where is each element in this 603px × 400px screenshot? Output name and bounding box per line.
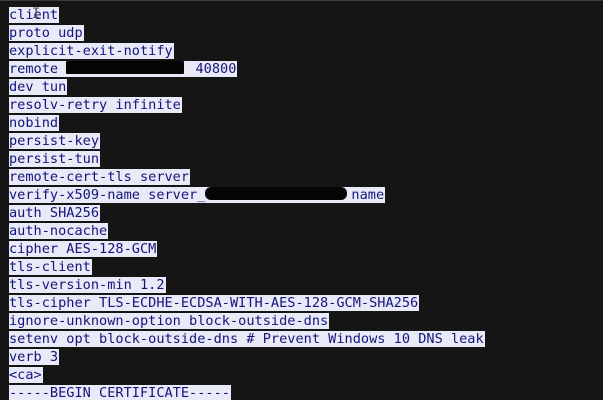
config-line-remote[interactable]: remote 40800 <box>9 60 485 78</box>
config-line-nobind[interactable]: nobind <box>9 114 485 132</box>
config-line-dev[interactable]: dev tun <box>9 78 485 96</box>
config-line-tls-version-min[interactable]: tls-version-min 1.2 <box>9 276 485 294</box>
redacted-server-name-block <box>205 187 348 200</box>
config-line-proto[interactable]: proto udp <box>9 24 485 42</box>
text-cursor-ibeam-icon: I <box>32 7 40 22</box>
config-line-client[interactable]: client <box>9 6 485 24</box>
config-line-verify-x509-name[interactable]: verify-x509-name server_ name <box>9 186 485 204</box>
config-lines: client proto udp explicit-exit-notify re… <box>9 6 485 400</box>
config-line-begin-certificate[interactable]: -----BEGIN CERTIFICATE----- <box>9 384 485 400</box>
redacted-address-block <box>66 61 185 74</box>
config-line-setenv[interactable]: setenv opt block-outside-dns # Prevent W… <box>9 330 485 348</box>
config-line-ignore-unknown-option[interactable]: ignore-unknown-option block-outside-dns <box>9 312 485 330</box>
config-line-cipher[interactable]: cipher AES-128-GCM <box>9 240 485 258</box>
text-editor[interactable]: client proto udp explicit-exit-notify re… <box>0 0 603 400</box>
config-line-tls-cipher[interactable]: tls-cipher TLS-ECDHE-ECDSA-WITH-AES-128-… <box>9 294 485 312</box>
config-line-persist-tun[interactable]: persist-tun <box>9 150 485 168</box>
config-line-remote-cert-tls[interactable]: remote-cert-tls server <box>9 168 485 186</box>
config-line-auth-nocache[interactable]: auth-nocache <box>9 222 485 240</box>
config-line-persist-key[interactable]: persist-key <box>9 132 485 150</box>
config-line-auth[interactable]: auth SHA256 <box>9 204 485 222</box>
config-line-verb[interactable]: verb 3 <box>9 348 485 366</box>
verify-suffix: name <box>351 187 385 203</box>
config-line-ca-open[interactable]: <ca> <box>9 366 485 384</box>
remote-port: 40800 <box>187 61 237 77</box>
remote-prefix: remote <box>9 61 67 77</box>
config-line-explicit-exit-notify[interactable]: explicit-exit-notify <box>9 42 485 60</box>
verify-prefix: verify-x509-name server_ <box>9 187 206 203</box>
config-line-resolv-retry[interactable]: resolv-retry infinite <box>9 96 485 114</box>
config-line-tls-client[interactable]: tls-client <box>9 258 485 276</box>
